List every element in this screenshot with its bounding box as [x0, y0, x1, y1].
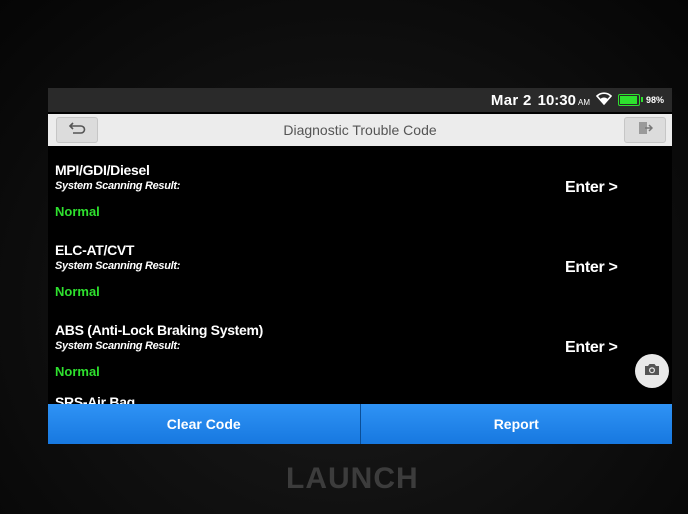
- battery-percent: 98%: [645, 95, 664, 105]
- system-name: SRS-Air Bag: [55, 394, 135, 404]
- result-label: System Scanning Result:: [55, 340, 181, 352]
- status-ampm: AM: [577, 97, 590, 107]
- page-title: Diagnostic Trouble Code: [283, 122, 437, 138]
- report-button[interactable]: Report: [360, 404, 672, 444]
- enter-button[interactable]: Enter >: [565, 179, 618, 197]
- device-frame: Mar 2 10:30 AM 98% Diagnostic Trouble Co…: [0, 0, 688, 514]
- system-name: ELC-AT/CVT: [55, 242, 135, 258]
- back-arrow-icon: [68, 121, 86, 140]
- system-name: MPI/GDI/Diesel: [55, 162, 150, 178]
- action-bar: Clear Code Report: [48, 404, 672, 444]
- list-item[interactable]: ELC-AT/CVT System Scanning Result: Norma…: [48, 228, 672, 308]
- status-date: Mar 2: [490, 91, 532, 109]
- device-brand-logo: LAUNCH: [286, 462, 419, 495]
- status-bar: Mar 2 10:30 AM 98%: [48, 88, 672, 112]
- exit-button[interactable]: [624, 117, 666, 143]
- system-list: MPI/GDI/Diesel System Scanning Result: N…: [48, 148, 672, 404]
- result-value: Normal: [55, 204, 100, 219]
- camera-icon: [644, 362, 660, 381]
- list-item[interactable]: ABS (Anti-Lock Braking System) System Sc…: [48, 308, 672, 388]
- status-time-group: 10:30 AM: [538, 92, 590, 109]
- status-time: 10:30: [537, 91, 576, 109]
- screenshot-button[interactable]: [635, 354, 669, 388]
- back-button[interactable]: [56, 117, 98, 143]
- enter-button[interactable]: Enter >: [565, 259, 618, 277]
- result-value: Normal: [55, 364, 100, 379]
- list-item[interactable]: MPI/GDI/Diesel System Scanning Result: N…: [48, 148, 672, 228]
- list-item[interactable]: SRS-Air Bag: [48, 388, 672, 404]
- clear-code-button[interactable]: Clear Code: [48, 404, 361, 444]
- system-name: ABS (Anti-Lock Braking System): [55, 322, 264, 338]
- result-value: Normal: [55, 284, 100, 299]
- screen: Mar 2 10:30 AM 98% Diagnostic Trouble Co…: [48, 88, 672, 444]
- battery-icon: [617, 94, 643, 106]
- exit-icon: [637, 120, 654, 141]
- title-bar: Diagnostic Trouble Code: [48, 114, 672, 146]
- wifi-icon: [595, 91, 613, 109]
- enter-button[interactable]: Enter >: [565, 339, 618, 357]
- status-indicators: Mar 2 10:30 AM 98%: [491, 90, 664, 110]
- result-label: System Scanning Result:: [55, 180, 181, 192]
- result-label: System Scanning Result:: [55, 260, 181, 272]
